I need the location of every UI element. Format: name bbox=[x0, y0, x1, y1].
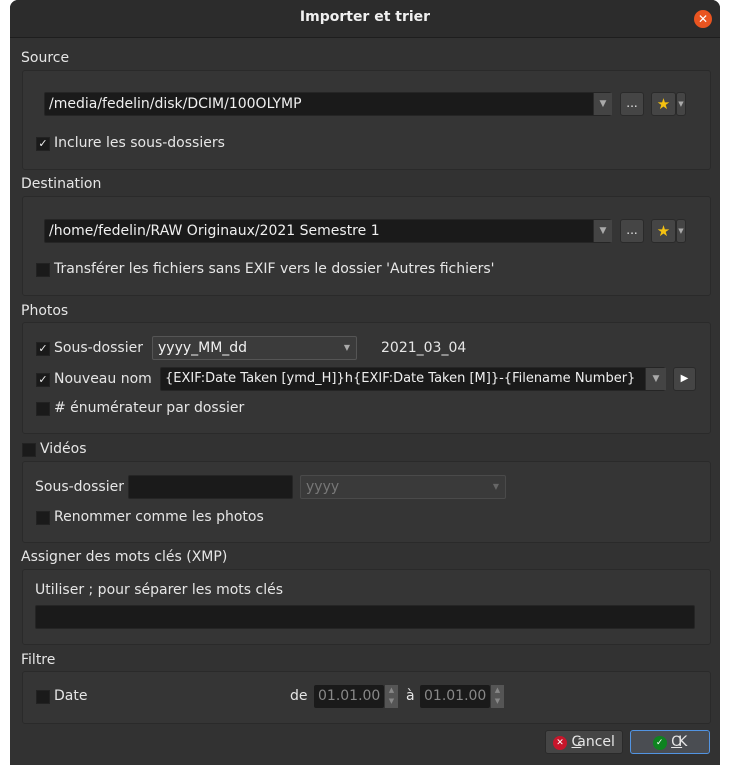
favorites-dropdown-icon[interactable]: ▼ bbox=[676, 219, 686, 243]
no-exif-label: Transférer les fichiers sans EXIF vers l… bbox=[54, 261, 495, 277]
chevron-down-icon[interactable]: ▼ bbox=[645, 368, 666, 390]
close-icon[interactable]: ✕ bbox=[694, 10, 712, 28]
videos-format-select[interactable]: yyyy ▼ bbox=[300, 475, 506, 499]
filter-label: Filtre bbox=[21, 652, 56, 668]
cancel-icon: ✕ bbox=[553, 736, 568, 750]
star-icon[interactable]: ★ bbox=[651, 219, 676, 243]
source-browse-button[interactable]: ... bbox=[620, 92, 644, 116]
source-path-combo[interactable]: /media/fedelin/disk/DCIM/100OLYMP bbox=[44, 92, 611, 116]
from-date-input[interactable]: 01.01.00 bbox=[314, 685, 384, 708]
videos-group bbox=[22, 461, 711, 543]
chevron-down-icon: ▼ bbox=[343, 343, 350, 352]
cancel-button[interactable]: ✕ Cancel bbox=[545, 730, 623, 754]
chevron-down-icon: ▼ bbox=[492, 482, 499, 491]
rename-checkbox[interactable]: ✓ bbox=[36, 373, 50, 387]
rename-like-photos-label: Renommer comme les photos bbox=[54, 509, 264, 525]
videos-checkbox[interactable] bbox=[22, 443, 36, 457]
to-spinner-icon[interactable]: ▲ ▼ bbox=[491, 685, 504, 708]
keywords-input[interactable] bbox=[35, 605, 695, 629]
favorites-dropdown-icon[interactable]: ▼ bbox=[676, 92, 686, 116]
rename-like-photos-checkbox[interactable] bbox=[36, 511, 50, 525]
keywords-label: Assigner des mots clés (XMP) bbox=[21, 549, 228, 565]
date-filter-checkbox[interactable] bbox=[36, 690, 50, 704]
from-label: de bbox=[290, 688, 308, 704]
destination-path: /home/fedelin/RAW Originaux/2021 Semestr… bbox=[49, 223, 380, 239]
rename-pattern-combo[interactable]: {EXIF:Date Taken [ymd_H]}h{EXIF:Date Tak… bbox=[160, 367, 665, 391]
chevron-down-icon[interactable]: ▼ bbox=[593, 93, 612, 115]
from-spinner-icon[interactable]: ▲ ▼ bbox=[385, 685, 398, 708]
videos-subfolder-input[interactable] bbox=[128, 475, 293, 499]
photos-subfolder-label: Sous-dossier bbox=[54, 340, 143, 356]
include-subfolders-label: Inclure les sous-dossiers bbox=[54, 135, 225, 151]
destination-browse-button[interactable]: ... bbox=[620, 219, 644, 243]
keywords-hint: Utiliser ; pour séparer les mots clés bbox=[35, 582, 284, 598]
photos-subfolder-checkbox[interactable]: ✓ bbox=[36, 342, 50, 356]
star-icon[interactable]: ★ bbox=[651, 92, 676, 116]
enumerator-label: # énumérateur par dossier bbox=[54, 400, 245, 416]
photos-label: Photos bbox=[21, 303, 69, 319]
chevron-down-icon[interactable]: ▼ bbox=[593, 220, 612, 242]
destination-group bbox=[22, 196, 711, 296]
videos-label: Vidéos bbox=[40, 441, 87, 457]
to-label: à bbox=[406, 688, 415, 704]
ok-label: K bbox=[678, 734, 688, 750]
enumerator-checkbox[interactable] bbox=[36, 402, 50, 416]
play-icon[interactable]: ▶ bbox=[673, 367, 696, 391]
no-exif-checkbox[interactable] bbox=[36, 263, 50, 277]
to-date-input[interactable]: 01.01.00 bbox=[420, 685, 490, 708]
destination-path-combo[interactable]: /home/fedelin/RAW Originaux/2021 Semestr… bbox=[44, 219, 611, 243]
rename-pattern: {EXIF:Date Taken [ymd_H]}h{EXIF:Date Tak… bbox=[165, 371, 636, 386]
source-label: Source bbox=[21, 50, 70, 66]
photos-subfolder-format-select[interactable]: yyyy_MM_dd ▼ bbox=[152, 336, 357, 360]
source-path: /media/fedelin/disk/DCIM/100OLYMP bbox=[49, 96, 302, 112]
include-subfolders-checkbox[interactable]: ✓ bbox=[36, 137, 50, 151]
source-group bbox=[22, 70, 711, 170]
ok-button[interactable]: ✓ OK bbox=[630, 730, 710, 754]
rename-label: Nouveau nom bbox=[54, 371, 152, 387]
subfolder-preview: 2021_03_04 bbox=[381, 340, 467, 356]
dialog-title: Importer et trier bbox=[299, 9, 431, 25]
videos-format-value: yyyy bbox=[306, 479, 340, 495]
subfolder-format-value: yyyy_MM_dd bbox=[158, 340, 248, 356]
check-icon: ✓ bbox=[652, 736, 667, 750]
destination-label: Destination bbox=[21, 176, 102, 192]
date-filter-label: Date bbox=[54, 688, 88, 704]
videos-subfolder-label: Sous-dossier bbox=[35, 479, 124, 495]
cancel-label: ancel bbox=[577, 734, 615, 750]
